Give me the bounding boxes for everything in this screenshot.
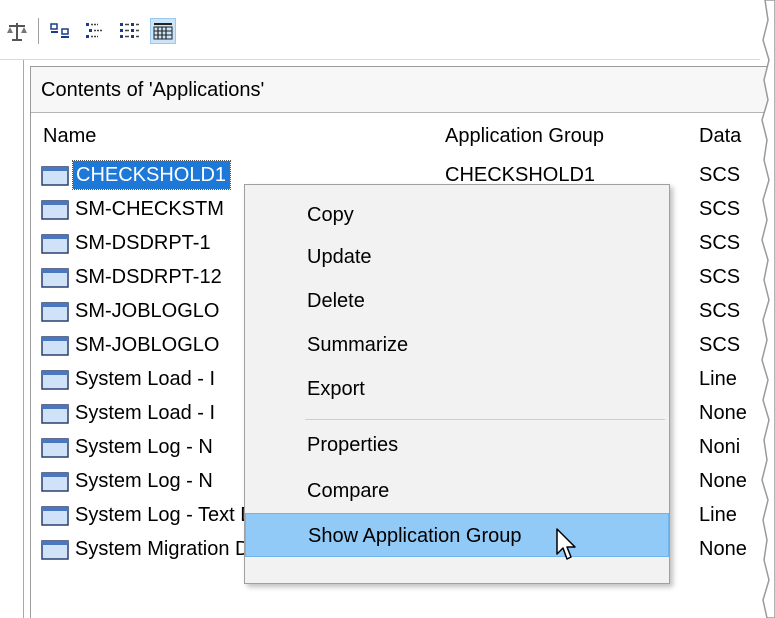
cell-name: SM-DSDRPT-1 bbox=[75, 232, 211, 254]
column-header-name[interactable]: Name bbox=[43, 125, 96, 148]
cell-data: None bbox=[699, 538, 747, 560]
cell-name: System Load - I bbox=[75, 368, 216, 390]
menu-item-delete[interactable]: Delete bbox=[245, 281, 669, 321]
menu-item-compare[interactable]: Compare bbox=[245, 471, 669, 511]
menu-item-export[interactable]: Export bbox=[245, 369, 669, 409]
cell-name: System Load - I bbox=[75, 402, 216, 424]
cell-data: Line bbox=[699, 368, 737, 390]
cell-data: Line bbox=[699, 504, 737, 526]
menu-item-label: Summarize bbox=[307, 334, 409, 356]
scale-icon[interactable] bbox=[4, 18, 30, 44]
menu-item-label: Export bbox=[307, 378, 365, 400]
menu-item-summarize[interactable]: Summarize bbox=[245, 325, 669, 365]
cell-name: System Log - N bbox=[75, 436, 213, 458]
menu-item-label: Properties bbox=[307, 434, 399, 456]
cell-data: SCS bbox=[699, 198, 741, 220]
menu-item-show-application-group[interactable]: Show Application Group bbox=[245, 513, 669, 557]
application-icon bbox=[41, 370, 69, 390]
application-icon bbox=[41, 166, 69, 186]
left-tree-pane bbox=[0, 60, 24, 618]
menu-separator bbox=[305, 419, 665, 420]
application-icon bbox=[41, 302, 69, 322]
cell-data: None bbox=[699, 470, 747, 492]
menu-item-update[interactable]: Update bbox=[245, 237, 669, 277]
menu-item-label: Copy bbox=[307, 204, 354, 226]
application-icon bbox=[41, 472, 69, 492]
menu-item-properties[interactable]: Properties bbox=[245, 425, 669, 465]
menu-item-label: Delete bbox=[307, 290, 365, 312]
application-icon bbox=[41, 540, 69, 560]
list-view-icon[interactable] bbox=[82, 18, 108, 44]
cell-name: SM-DSDRPT-12 bbox=[75, 266, 222, 288]
cell-name: CHECKSHOLD1 bbox=[71, 160, 232, 190]
cell-name: SM-CHECKSTM bbox=[75, 198, 224, 220]
application-icon bbox=[41, 404, 69, 424]
cell-data: SCS bbox=[699, 164, 741, 186]
application-icon bbox=[41, 336, 69, 356]
application-icon bbox=[41, 234, 69, 254]
cell-data: SCS bbox=[699, 334, 741, 356]
cell-data: SCS bbox=[699, 266, 741, 288]
application-icon bbox=[41, 268, 69, 288]
application-icon bbox=[41, 438, 69, 458]
cell-name: SM-JOBLOGLO bbox=[75, 334, 220, 356]
cell-name: SM-JOBLOGLO bbox=[75, 300, 220, 322]
cell-data: SCS bbox=[699, 300, 741, 322]
column-header-application-group[interactable]: Application Group bbox=[445, 125, 604, 148]
small-icons-view-icon[interactable] bbox=[48, 18, 74, 44]
details-view-icon[interactable] bbox=[150, 18, 176, 44]
column-header: Name Application Group Data bbox=[31, 113, 775, 157]
panel-title: Contents of 'Applications' bbox=[31, 67, 775, 113]
context-menu: Copy Update Delete Summarize Export Prop… bbox=[244, 184, 670, 584]
torn-edge bbox=[761, 0, 775, 618]
menu-item-copy[interactable]: Copy bbox=[245, 195, 669, 235]
toolbar-separator bbox=[38, 18, 39, 44]
cell-data: None bbox=[699, 402, 747, 424]
cell-data: Noni bbox=[699, 436, 741, 458]
menu-item-label: Update bbox=[307, 246, 372, 268]
toolbar bbox=[0, 0, 760, 60]
column-header-data[interactable]: Data bbox=[699, 125, 741, 148]
menu-item-label: Show Application Group bbox=[308, 525, 522, 547]
cell-name: System Log - N bbox=[75, 470, 213, 492]
mouse-cursor-icon bbox=[556, 528, 576, 560]
cell-data: SCS bbox=[699, 232, 741, 254]
tree-view-icon[interactable] bbox=[116, 18, 142, 44]
menu-item-label: Compare bbox=[307, 480, 390, 502]
application-icon bbox=[41, 200, 69, 220]
application-icon bbox=[41, 506, 69, 526]
